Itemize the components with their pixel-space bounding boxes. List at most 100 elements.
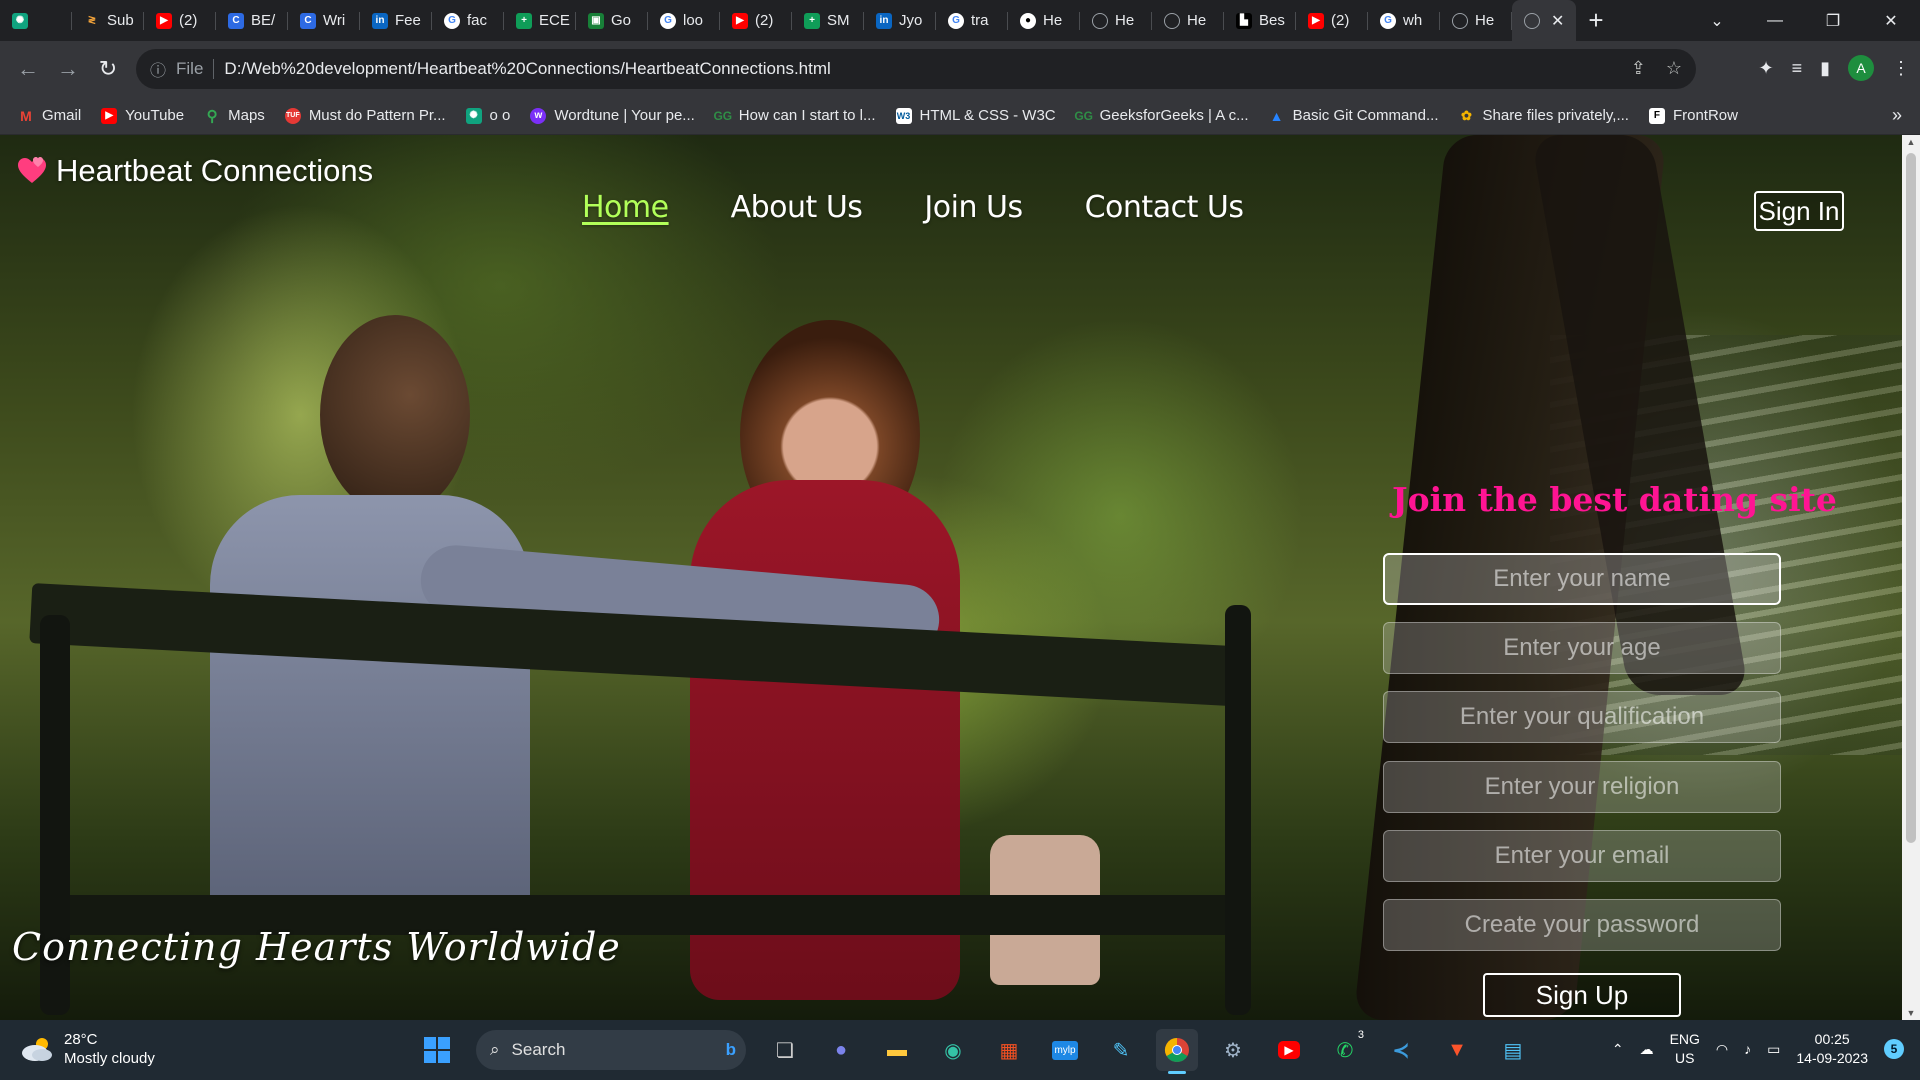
minimize-icon[interactable]: —	[1746, 12, 1804, 30]
bookmark-git[interactable]: ▲ Basic Git Command...	[1269, 107, 1439, 124]
battery-icon[interactable]: ▭	[1767, 1041, 1780, 1058]
tab-search-icon[interactable]: ⌄	[1688, 11, 1746, 31]
browser-tab[interactable]: ● He	[1008, 0, 1080, 41]
forward-icon[interactable]: →	[48, 56, 88, 82]
vscode-icon: ≺	[1392, 1039, 1410, 1062]
scrollbar-thumb[interactable]	[1906, 153, 1916, 843]
bookmark-w3c[interactable]: W3 HTML & CSS - W3C	[895, 107, 1056, 124]
browser-tab[interactable]: in Jyo	[864, 0, 936, 41]
close-tab-icon[interactable]: ✕	[1551, 11, 1564, 31]
name-input[interactable]: Enter your name	[1383, 553, 1781, 605]
browser-tab[interactable]: ▶ (2)	[144, 0, 216, 41]
nav-contact-us[interactable]: Contact Us	[1085, 190, 1244, 225]
browser-tab[interactable]: ▶ (2)	[720, 0, 792, 41]
notification-badge[interactable]: 5	[1884, 1039, 1904, 1059]
brave-button[interactable]: ▼	[1436, 1029, 1478, 1071]
browser-tab[interactable]: + SM	[792, 0, 864, 41]
volume-icon[interactable]: ♪	[1744, 1041, 1751, 1057]
browser-tab[interactable]: Gwh	[1368, 0, 1440, 41]
browser-tab[interactable]: He	[1080, 0, 1152, 41]
more-bookmarks-icon[interactable]: »	[1892, 105, 1902, 126]
nav-join-us[interactable]: Join Us	[924, 190, 1023, 225]
notepad-button[interactable]: ▤	[1492, 1029, 1534, 1071]
new-tab-button[interactable]: +	[1576, 5, 1616, 36]
bookmark-oo[interactable]: ✺ o o	[465, 107, 510, 124]
sign-up-button[interactable]: Sign Up	[1483, 973, 1681, 1017]
browser-tab[interactable]: + ECE	[504, 0, 576, 41]
religion-input[interactable]: Enter your religion	[1383, 761, 1781, 813]
menu-icon[interactable]: ⋮	[1892, 58, 1910, 79]
bookmark-how-can[interactable]: GG How can I start to l...	[713, 107, 875, 124]
linkedin-icon: in	[876, 12, 892, 29]
info-icon[interactable]: ⓘ	[150, 57, 166, 81]
browser-tab[interactable]: He	[1152, 0, 1224, 41]
browser-tab[interactable]: Gloo	[648, 0, 720, 41]
chrome-button[interactable]	[1156, 1029, 1198, 1074]
nav-home[interactable]: Home	[582, 190, 669, 225]
browser-tab[interactable]: Gfac	[432, 0, 504, 41]
browser-tab-active[interactable]: ✕	[1512, 0, 1576, 41]
bookmark-maps[interactable]: ⚲ Maps	[204, 107, 265, 125]
email-input[interactable]: Enter your email	[1383, 830, 1781, 882]
bookmark-share[interactable]: ✿ Share files privately,...	[1459, 107, 1629, 124]
onedrive-icon[interactable]: ☁	[1640, 1041, 1654, 1058]
nav-about-us[interactable]: About Us	[731, 190, 863, 225]
vscode-button[interactable]: ≺	[1380, 1029, 1422, 1071]
edge-button[interactable]: ◉	[932, 1029, 974, 1071]
store-button[interactable]: ▦	[988, 1029, 1030, 1071]
bookmark-pattern[interactable]: TUF Must do Pattern Pr...	[284, 107, 446, 124]
browser-tab[interactable]: Gtra	[936, 0, 1008, 41]
weather-widget[interactable]: 28°C Mostly cloudy	[20, 1030, 155, 1068]
age-input[interactable]: Enter your age	[1383, 622, 1781, 674]
settings-button[interactable]: ⚙	[1212, 1029, 1254, 1071]
scroll-up-icon[interactable]: ▲	[1902, 137, 1920, 147]
whatsapp-button[interactable]: ✆ 3	[1324, 1029, 1366, 1071]
paint-button[interactable]: ✎	[1100, 1029, 1142, 1071]
site-logo[interactable]: Heartbeat Connections	[16, 153, 373, 189]
file-explorer-button[interactable]: ▬	[876, 1029, 918, 1071]
media-icon[interactable]: ≡	[1792, 58, 1803, 79]
youtube-app-button[interactable]: ▶	[1268, 1029, 1310, 1071]
browser-tab[interactable]: ▣ Go	[576, 0, 648, 41]
extensions-icon[interactable]: ✦	[1758, 58, 1773, 79]
bookmark-wordtune[interactable]: w Wordtune | Your pe...	[530, 107, 695, 124]
clock-date: 14-09-2023	[1796, 1050, 1868, 1066]
teams-button[interactable]: ●	[820, 1029, 862, 1071]
bookmark-gfg[interactable]: GG GeeksforGeeks | A c...	[1074, 107, 1248, 124]
wifi-icon[interactable]: ◠	[1716, 1041, 1728, 1058]
bookmark-star-icon[interactable]: ☆	[1666, 58, 1682, 79]
side-panel-icon[interactable]: ▮	[1820, 58, 1830, 79]
browser-tab[interactable]: ▶ (2)	[1296, 0, 1368, 41]
share-icon[interactable]: ⇪	[1631, 58, 1646, 79]
bookmark-gmail[interactable]: M Gmail	[18, 107, 81, 124]
qualification-input[interactable]: Enter your qualification	[1383, 691, 1781, 743]
clock[interactable]: 00:25 14-09-2023	[1796, 1030, 1868, 1068]
address-bar[interactable]: ⓘ File D:/Web%20development/Heartbeat%20…	[136, 49, 1696, 89]
browser-tab[interactable]: ▙ Bes	[1224, 0, 1296, 41]
restore-icon[interactable]: ❐	[1804, 11, 1862, 31]
password-input[interactable]: Create your password	[1383, 899, 1781, 951]
browser-tab[interactable]: in Fee	[360, 0, 432, 41]
background-man	[320, 315, 470, 515]
bookmark-frontrow[interactable]: F FrontRow	[1648, 107, 1738, 124]
chevron-up-icon[interactable]: ⌃	[1612, 1041, 1624, 1058]
browser-tab[interactable]: C Wri	[288, 0, 360, 41]
profile-avatar[interactable]: A	[1848, 55, 1874, 81]
browser-tab[interactable]: C BE/	[216, 0, 288, 41]
task-view-button[interactable]: ❏	[764, 1029, 806, 1071]
mylp-button[interactable]: mylp	[1044, 1029, 1086, 1071]
browser-tab[interactable]: He	[1440, 0, 1512, 41]
browser-tab[interactable]: ≷ Sub	[72, 0, 144, 41]
close-window-icon[interactable]: ✕	[1862, 11, 1920, 31]
page-scrollbar[interactable]: ▲ ▼	[1902, 135, 1920, 1020]
scroll-down-icon[interactable]: ▼	[1902, 1008, 1920, 1018]
start-button[interactable]	[416, 1029, 458, 1071]
sign-in-button[interactable]: Sign In	[1754, 191, 1844, 231]
back-icon[interactable]: ←	[8, 56, 48, 82]
language-indicator[interactable]: ENG US	[1670, 1030, 1700, 1068]
clock-time: 00:25	[1814, 1031, 1850, 1047]
browser-tab[interactable]: ✺	[0, 0, 72, 41]
taskbar-search[interactable]: ⌕ Search b	[476, 1030, 746, 1070]
bookmark-youtube[interactable]: ▶ YouTube	[101, 107, 184, 124]
reload-icon[interactable]: ↻	[88, 56, 128, 82]
